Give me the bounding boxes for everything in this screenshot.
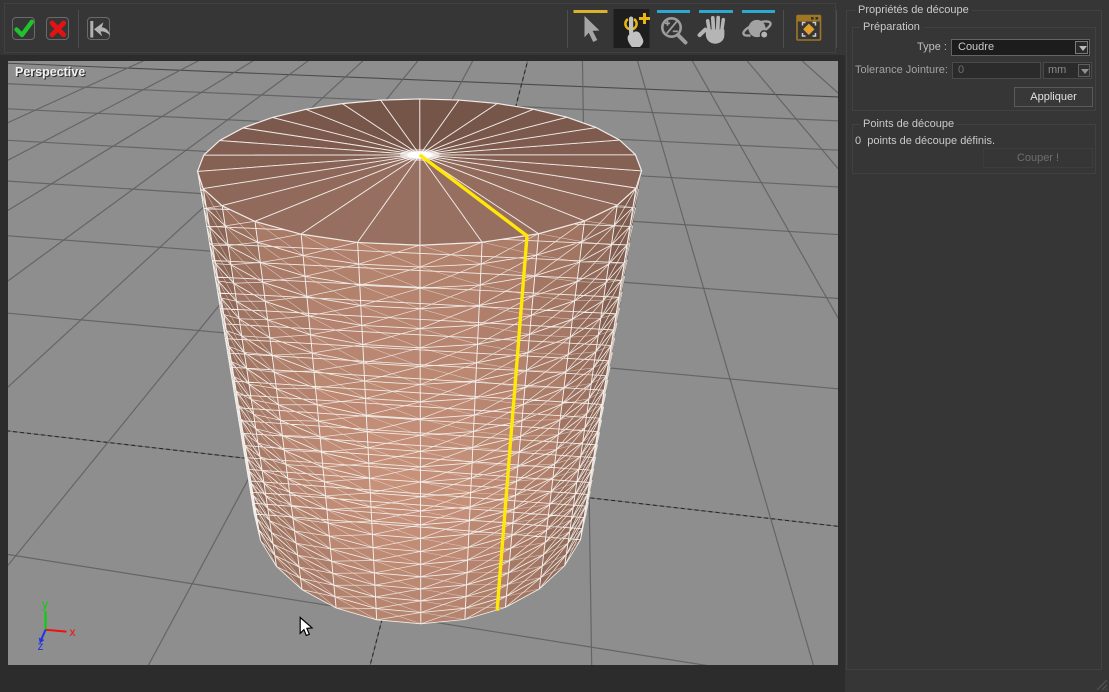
- svg-text:z: z: [38, 639, 44, 653]
- svg-text:Perspective: Perspective: [15, 65, 85, 79]
- svg-text:y: y: [42, 597, 48, 611]
- svg-text:x: x: [70, 625, 76, 639]
